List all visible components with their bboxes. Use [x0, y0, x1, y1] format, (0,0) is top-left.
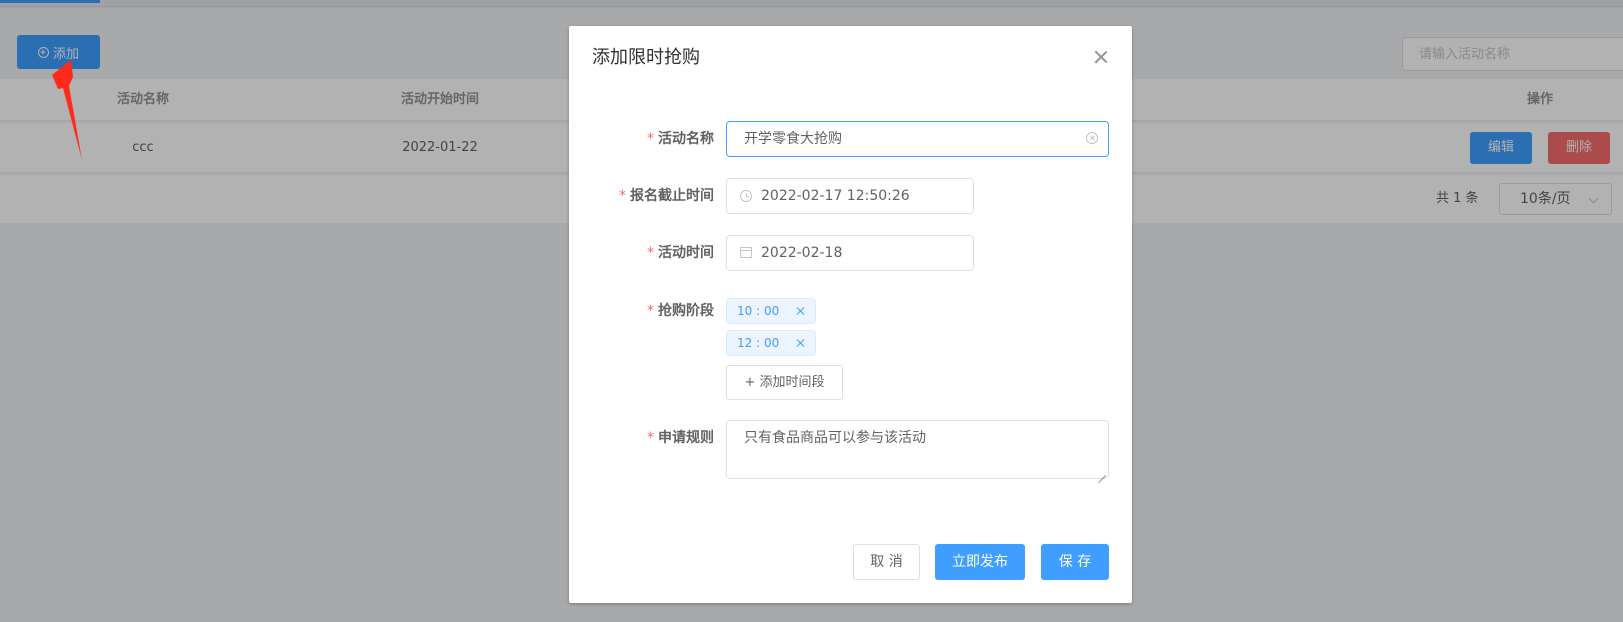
dialog-title: 添加限时抢购	[592, 47, 700, 68]
label-activity-date: * 活动时间	[584, 235, 714, 271]
activity-date-value: 2022-02-18	[761, 245, 843, 261]
required-mark: *	[647, 131, 654, 147]
time-tag-label: 12 : 00	[737, 336, 780, 350]
tag-close-icon[interactable]	[795, 306, 805, 316]
activity-name-value: 开学零食大抢购	[744, 131, 842, 147]
deadline-value: 2022-02-17 12:50:26	[761, 188, 910, 204]
close-icon[interactable]	[1094, 50, 1108, 64]
publish-button[interactable]: 立即发布	[935, 544, 1025, 580]
time-tag: 12 : 00	[726, 330, 816, 356]
label-activity-name: * 活动名称	[584, 121, 714, 157]
required-mark: *	[647, 245, 654, 261]
activity-name-input[interactable]: 开学零食大抢购	[726, 121, 1109, 157]
tag-close-icon[interactable]	[795, 338, 805, 348]
resize-icon[interactable]	[1098, 468, 1106, 476]
label-periods: * 抢购阶段	[584, 293, 714, 329]
required-mark: *	[647, 430, 654, 446]
label-periods-text: 抢购阶段	[658, 303, 714, 319]
label-deadline-text: 报名截止时间	[630, 188, 714, 204]
add-period-button[interactable]: + 添加时间段	[726, 365, 843, 400]
activity-date-picker[interactable]: 2022-02-18	[726, 235, 974, 271]
deadline-picker[interactable]: 2022-02-17 12:50:26	[726, 178, 974, 214]
rules-textarea[interactable]: 只有食品商品可以参与该活动	[726, 420, 1109, 479]
label-activity-name-text: 活动名称	[658, 131, 714, 147]
add-flash-sale-dialog: 添加限时抢购 * 活动名称 开学零食大抢购 * 报名截止时间 2022-02-17 …	[569, 26, 1132, 603]
save-button[interactable]: 保 存	[1041, 544, 1109, 580]
rules-value: 只有食品商品可以参与该活动	[744, 430, 926, 446]
label-activity-date-text: 活动时间	[658, 245, 714, 261]
time-tag-label: 10 : 00	[737, 304, 780, 318]
required-mark: *	[619, 188, 626, 204]
clear-icon[interactable]	[1086, 132, 1098, 144]
clock-icon	[740, 190, 752, 202]
required-mark: *	[647, 303, 654, 319]
label-rules: * 申请规则	[584, 420, 714, 456]
calendar-icon	[740, 247, 752, 258]
label-rules-text: 申请规则	[658, 430, 714, 446]
time-tag: 10 : 00	[726, 298, 816, 324]
cancel-button[interactable]: 取 消	[853, 544, 920, 580]
label-deadline: * 报名截止时间	[584, 178, 714, 214]
